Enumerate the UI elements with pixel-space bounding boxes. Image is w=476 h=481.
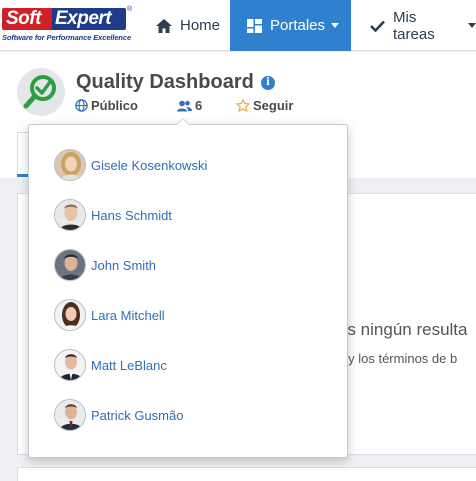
portal-avatar bbox=[17, 68, 65, 116]
logo-soft-text: Soft bbox=[2, 8, 52, 30]
nav-home[interactable]: Home bbox=[150, 0, 230, 51]
member-item[interactable]: Lara Mitchell bbox=[54, 299, 165, 331]
popover-arrow-inner bbox=[177, 119, 189, 125]
member-item[interactable]: Patrick Gusmão bbox=[54, 399, 183, 431]
member-name[interactable]: Lara Mitchell bbox=[91, 308, 165, 323]
chevron-down-icon bbox=[331, 23, 340, 28]
nav-mis-tareas[interactable]: Mis tareas bbox=[356, 0, 476, 51]
chevron-down-icon bbox=[468, 23, 476, 28]
checkmark-icon bbox=[370, 20, 385, 32]
member-name[interactable]: Hans Schmidt bbox=[91, 208, 172, 223]
softexpert-logo[interactable]: Soft Expert ® Software for Performance E… bbox=[0, 6, 132, 46]
globe-icon bbox=[75, 99, 88, 112]
avatar bbox=[54, 399, 86, 431]
top-navbar: Soft Expert ® Software for Performance E… bbox=[0, 0, 476, 51]
member-name[interactable]: Gisele Kosenkowski bbox=[91, 158, 207, 173]
member-item[interactable]: John Smith bbox=[54, 249, 156, 281]
avatar bbox=[54, 249, 86, 281]
users-icon bbox=[177, 100, 192, 111]
member-name[interactable]: John Smith bbox=[91, 258, 156, 273]
nav-portales[interactable]: Portales bbox=[230, 0, 351, 51]
logo-registered-mark: ® bbox=[127, 6, 133, 13]
page-title: Quality Dashboard bbox=[76, 71, 254, 93]
no-results-message: os ningún resulta bbox=[338, 320, 468, 339]
content-panel-lower bbox=[17, 467, 476, 481]
visibility-label: Público bbox=[91, 98, 138, 113]
info-icon[interactable]: i bbox=[261, 76, 275, 90]
members-button[interactable]: 6 bbox=[177, 98, 202, 113]
member-item[interactable]: Hans Schmidt bbox=[54, 199, 172, 231]
avatar bbox=[54, 149, 86, 181]
nav-home-label: Home bbox=[180, 17, 221, 34]
follow-button[interactable]: Seguir bbox=[236, 98, 293, 113]
logo-tagline: Software for Performance Excellence bbox=[2, 33, 132, 42]
visibility-indicator: Público bbox=[75, 98, 138, 113]
member-item[interactable]: Gisele Kosenkowski bbox=[54, 149, 207, 181]
follow-label: Seguir bbox=[253, 98, 294, 113]
member-item[interactable]: Matt LeBlanc bbox=[54, 349, 167, 381]
logo-expert-text: Expert bbox=[52, 8, 126, 30]
dashboard-icon bbox=[247, 18, 262, 33]
nav-portales-label: Portales bbox=[270, 17, 326, 34]
avatar bbox=[54, 349, 86, 381]
star-outline-icon bbox=[236, 99, 250, 112]
avatar bbox=[54, 199, 86, 231]
members-popover: Gisele Kosenkowski Hans Schmidt John Smi… bbox=[28, 124, 348, 458]
quality-magnifier-check-icon bbox=[23, 75, 56, 109]
no-results-hint: s y los términos de b bbox=[338, 351, 458, 366]
member-count: 6 bbox=[195, 98, 203, 113]
home-icon bbox=[156, 18, 172, 33]
member-name[interactable]: Matt LeBlanc bbox=[91, 358, 167, 373]
member-name[interactable]: Patrick Gusmão bbox=[91, 408, 183, 423]
nav-mis-tareas-label: Mis tareas bbox=[393, 8, 435, 43]
avatar bbox=[54, 299, 86, 331]
